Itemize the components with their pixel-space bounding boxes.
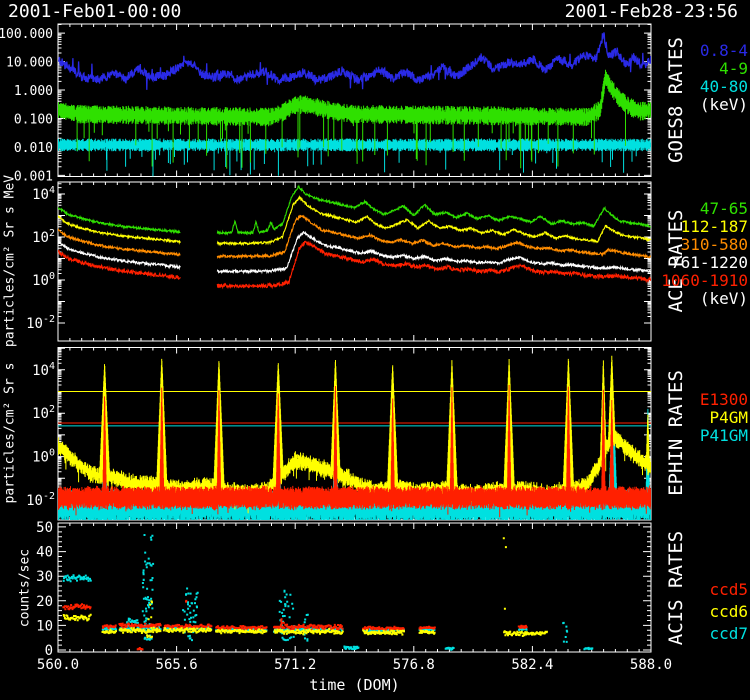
y-tick-label: 104 [32,361,55,379]
start-datetime: 2001-Feb01-00:00 [8,1,181,22]
y-axis-label-acis: counts/sec [18,549,33,627]
x-tick-label: 576.8 [393,657,435,673]
y-axis-label-ephin: particles/cm² Sr s [3,363,18,504]
y-tick-label: 10-2 [26,314,55,332]
legend-item-ccd5: ccd5 [709,579,748,601]
legend-item-1060-1910: 1060-1910 [661,272,748,290]
legend-item-47-65: 47-65 [661,200,748,218]
y-tick-label: 102 [32,228,55,246]
y-tick-label: 0.001 [14,169,53,184]
y-tick-label: 100.000 [0,27,53,42]
y-tick-label: 40 [36,545,53,561]
panel-frame-0 [58,24,651,177]
panel-title-ephin: EPHIN RATES [665,370,687,496]
y-tick-label: 102 [32,404,55,422]
y-tick-label: 1.000 [14,84,53,99]
legend-item-310-580: 310-580 [661,236,748,254]
legend-item-40-80: 40-80 [700,78,748,96]
legend-item-ccd6: ccd6 [709,601,748,623]
y-tick-label: 0.100 [14,112,53,127]
panel-series-3 [62,534,593,651]
panel-title-acis: ACIS RATES [665,531,687,645]
legend-item-4-9: 4-9 [700,60,748,78]
x-tick-label: 565.6 [156,657,198,673]
legend-item--keV-: (keV) [700,96,748,114]
y-axis-label-ace: particles/cm² Sr s MeV [3,175,18,347]
y-tick-label: 10-2 [26,491,55,509]
legend-acis: ccd5ccd6ccd7 [709,579,748,645]
y-tick-label: 100 [32,448,55,466]
y-tick-label: 10.000 [6,56,53,71]
legend-item-112-187: 112-187 [661,218,748,236]
y-tick-label: 20 [36,594,53,610]
y-tick-label: 104 [32,185,55,203]
legend-ephin: E1300P4GMP41GM [700,391,748,445]
end-datetime: 2001-Feb28-23:56 [565,1,738,22]
x-tick-label: 588.0 [630,657,672,673]
legend-item-ccd7: ccd7 [709,623,748,645]
x-axis-label: time (DOM) [309,676,399,694]
series-E1300 [58,385,651,517]
series-P41GM [58,396,651,533]
legend-item-P4GM: P4GM [700,409,748,427]
y-tick-label: 10 [36,618,53,634]
legend-goes8: 0.8-44-940-80(keV) [700,42,748,114]
panel-series-0 [58,32,651,176]
legend-item-P41GM: P41GM [700,427,748,445]
y-tick-label: 100 [32,271,55,289]
y-tick-label: 0.010 [14,141,53,156]
panel-series-2 [58,356,651,533]
y-tick-label: 30 [36,569,53,585]
x-tick-label: 560.0 [37,657,79,673]
legend-item--keV-: (keV) [661,290,748,308]
legend-item-E1300: E1300 [700,391,748,409]
series-0.8-4 [58,32,651,89]
legend-item-0-8-4: 0.8-4 [700,42,748,60]
plot-canvas: 100.00010.0001.0000.1000.0100.0011041021… [0,0,750,700]
x-tick-label: 571.2 [274,657,316,673]
legend-ace: 47-65112-187310-580761-12201060-1910(keV… [661,200,748,308]
panel-title-goes8: GOES8 RATES [665,37,687,163]
series-47-65 [58,186,651,234]
y-tick-label: 50 [36,520,53,536]
legend-item-761-1220: 761-1220 [661,254,748,272]
rates-dashboard: 100.00010.0001.0000.1000.0100.0011041021… [0,0,750,700]
x-tick-label: 582.4 [511,657,553,673]
series-40-80 [58,139,651,177]
panel-series-1 [58,186,651,288]
